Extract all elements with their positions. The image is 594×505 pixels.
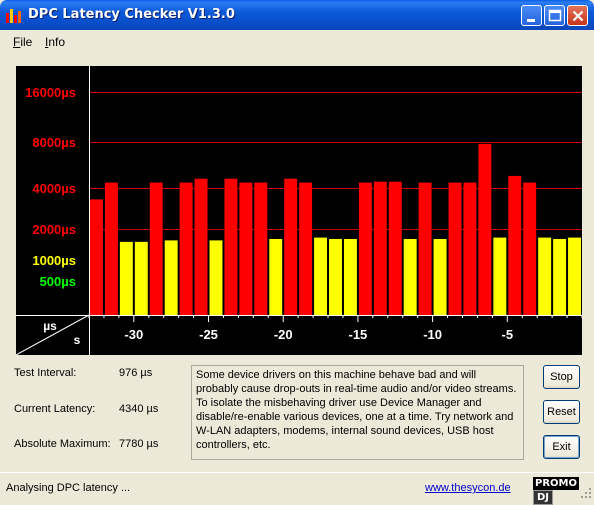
latency-bar: [299, 182, 313, 315]
x-tick-label: -30: [124, 327, 143, 342]
logo-part-a: PROMO: [533, 477, 579, 490]
latency-bar: [433, 238, 447, 315]
latency-bar: [104, 182, 118, 315]
test-interval-value: 976 µs: [119, 367, 153, 379]
absolute-max-label: Absolute Maximum:: [14, 438, 111, 450]
latency-bar: [254, 182, 268, 315]
y-tick-label: 500µs: [40, 274, 76, 289]
latency-bar: [149, 182, 163, 315]
app-window: DPC Latency Checker V1.3.0 File Info 160…: [0, 0, 594, 505]
y-unit-label: µs: [43, 319, 57, 333]
latency-bar: [134, 241, 148, 315]
y-tick-label: 1000µs: [32, 253, 76, 268]
latency-bar: [269, 238, 283, 315]
app-bars-icon: [6, 7, 22, 23]
latency-bar: [239, 182, 253, 315]
latency-bar: [418, 182, 432, 315]
absolute-max-value: 7780 µs: [119, 438, 159, 450]
window-title: DPC Latency Checker V1.3.0: [28, 7, 235, 22]
latency-bar: [493, 237, 507, 315]
latency-bar: [179, 182, 193, 315]
latency-bar: [478, 143, 492, 315]
menu-info[interactable]: Info: [45, 35, 65, 49]
latency-bar: [209, 240, 223, 315]
menu-file-label: ile: [20, 35, 33, 49]
test-interval-label: Test Interval:: [14, 367, 77, 379]
reset-button[interactable]: Reset: [543, 400, 580, 424]
current-latency-label: Current Latency:: [14, 403, 96, 415]
y-tick-label: 8000µs: [32, 135, 76, 150]
status-text: Analysing DPC latency ...: [6, 482, 131, 494]
latency-bar: [403, 238, 417, 315]
latency-bar: [329, 238, 342, 315]
menu-file[interactable]: File: [13, 35, 32, 49]
x-tick-label: -5: [502, 327, 514, 342]
latency-bar: [523, 182, 537, 315]
latency-bar: [224, 178, 238, 315]
logo-part-b: DJ: [533, 490, 554, 505]
current-latency-value: 4340 µs: [119, 403, 159, 415]
resize-grip-icon[interactable]: [580, 487, 592, 499]
latency-bar: [119, 241, 133, 315]
close-button[interactable]: [567, 5, 588, 26]
latency-bar: [194, 178, 208, 315]
x-tick-label: -25: [199, 327, 218, 342]
close-icon: [572, 10, 584, 22]
title-bar[interactable]: DPC Latency Checker V1.3.0: [0, 0, 594, 30]
maximize-button[interactable]: [544, 5, 565, 26]
latency-bar: [90, 199, 103, 315]
latency-chart-svg: 16000µs 8000µs 4000µs 2000µs 1000µs 500µs µs s -…: [16, 66, 582, 355]
stop-button[interactable]: Stop: [543, 365, 580, 389]
status-bar: Analysing DPC latency ... www.thesycon.d…: [0, 472, 594, 505]
x-tick-label: -20: [274, 327, 293, 342]
y-tick-label: 16000µs: [25, 85, 76, 100]
latency-bar: [284, 178, 298, 315]
latency-bar: [358, 182, 372, 315]
minimize-button[interactable]: [521, 5, 542, 26]
menu-bar: File Info: [0, 30, 594, 52]
latency-bar: [568, 237, 581, 315]
minimize-icon: [527, 19, 535, 22]
latency-bar: [343, 238, 357, 315]
exit-button[interactable]: Exit: [543, 435, 580, 459]
latency-bar: [164, 240, 178, 315]
y-tick-label: 2000µs: [32, 222, 76, 237]
y-tick-label: 4000µs: [32, 181, 76, 196]
latency-bar: [314, 237, 328, 315]
maximize-icon: [548, 9, 562, 22]
latency-bar: [508, 175, 522, 315]
latency-bar: [388, 181, 402, 315]
latency-chart: 16000µs 8000µs 4000µs 2000µs 1000µs 500µs µs s -…: [16, 66, 582, 355]
latency-bar: [538, 237, 552, 315]
x-tick-label: -15: [349, 327, 368, 342]
website-link[interactable]: www.thesycon.de: [425, 482, 511, 494]
info-text-box: Some device drivers on this machine beha…: [191, 365, 524, 460]
latency-bar: [463, 182, 477, 315]
menu-info-label: nfo: [48, 35, 66, 49]
x-tick-label: -10: [423, 327, 442, 342]
latency-bar: [553, 238, 567, 315]
latency-bar: [373, 181, 387, 315]
x-unit-label: s: [74, 333, 81, 347]
latency-bar: [448, 182, 462, 315]
